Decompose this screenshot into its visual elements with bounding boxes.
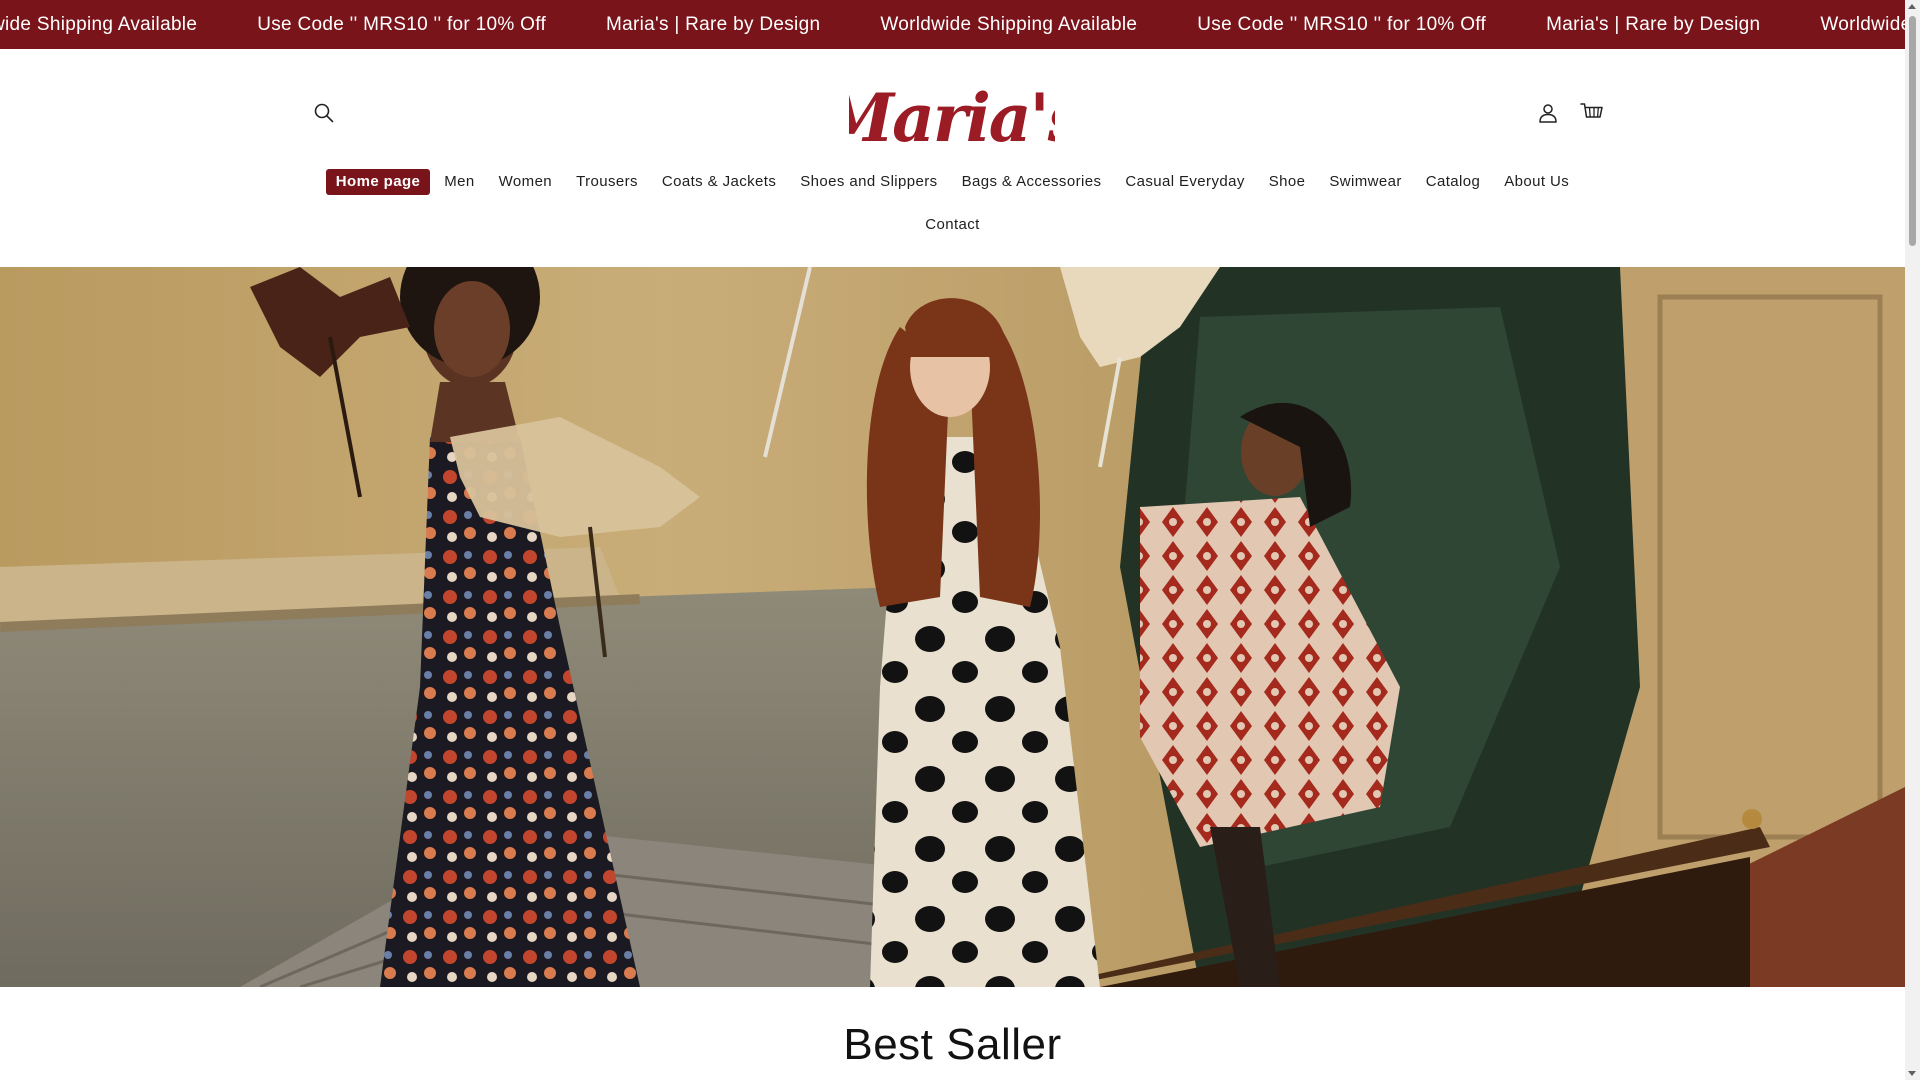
search-button[interactable] — [306, 95, 342, 131]
announcement-track: wide Shipping Available Use Code '' MRS1… — [0, 0, 1905, 49]
scroll-down-arrow-icon[interactable] — [1908, 1071, 1916, 1076]
page: wide Shipping Available Use Code '' MRS1… — [0, 0, 1905, 1080]
user-icon — [1539, 104, 1557, 123]
nav-item-catalog[interactable]: Catalog — [1416, 169, 1491, 195]
hero-image — [0, 267, 1905, 987]
main-nav: Home page Men Women Trousers Coats & Jac… — [0, 169, 1905, 195]
site-header: Maria's Home page Men Women Trousers Coa… — [0, 49, 1905, 267]
nav-item-shoes-slippers[interactable]: Shoes and Slippers — [790, 169, 947, 195]
account-button[interactable] — [1530, 95, 1566, 131]
main-nav-row-2: Contact — [0, 212, 1905, 238]
nav-item-casual-everyday[interactable]: Casual Everyday — [1115, 169, 1254, 195]
announcement-item: Maria's | Rare by Design — [1546, 13, 1761, 35]
svg-text:Maria's: Maria's — [849, 79, 1055, 157]
nav-item-men[interactable]: Men — [434, 169, 484, 195]
cart-button[interactable] — [1574, 95, 1610, 131]
nav-item-trousers[interactable]: Trousers — [566, 169, 648, 195]
nav-item-swimwear[interactable]: Swimwear — [1319, 169, 1411, 195]
nav-item-shoe[interactable]: Shoe — [1259, 169, 1316, 195]
announcement-item: Worldwide Shipping Available — [880, 13, 1138, 35]
scrollbar-thumb[interactable] — [1909, 16, 1916, 246]
announcement-item: Worldwide S — [1820, 13, 1905, 35]
nav-item-coats-jackets[interactable]: Coats & Jackets — [652, 169, 786, 195]
logo-wordmark: Maria's — [819, 79, 1086, 157]
nav-item-home[interactable]: Home page — [325, 169, 431, 195]
cart-icon — [1580, 103, 1603, 118]
best-seller-title: Best Saller — [843, 1020, 1062, 1069]
announcement-item: wide Shipping Available — [0, 13, 198, 35]
nav-item-women[interactable]: Women — [489, 169, 562, 195]
nav-item-contact[interactable]: Contact — [915, 212, 990, 238]
nav-item-about-us[interactable]: About Us — [1494, 169, 1579, 195]
page-scrollbar[interactable] — [1905, 0, 1920, 1080]
search-icon — [314, 103, 334, 123]
announcement-bar: wide Shipping Available Use Code '' MRS1… — [0, 0, 1905, 49]
hero-banner[interactable] — [0, 267, 1905, 987]
announcement-item: Use Code '' MRS10 '' for 10% Off — [257, 13, 547, 35]
scroll-up-arrow-icon[interactable] — [1908, 4, 1916, 9]
announcement-item: Maria's | Rare by Design — [606, 13, 821, 35]
brand-logo[interactable]: Maria's — [819, 73, 1086, 169]
nav-item-bags-accessories[interactable]: Bags & Accessories — [952, 169, 1112, 195]
announcement-item: Use Code '' MRS10 '' for 10% Off — [1197, 13, 1487, 35]
